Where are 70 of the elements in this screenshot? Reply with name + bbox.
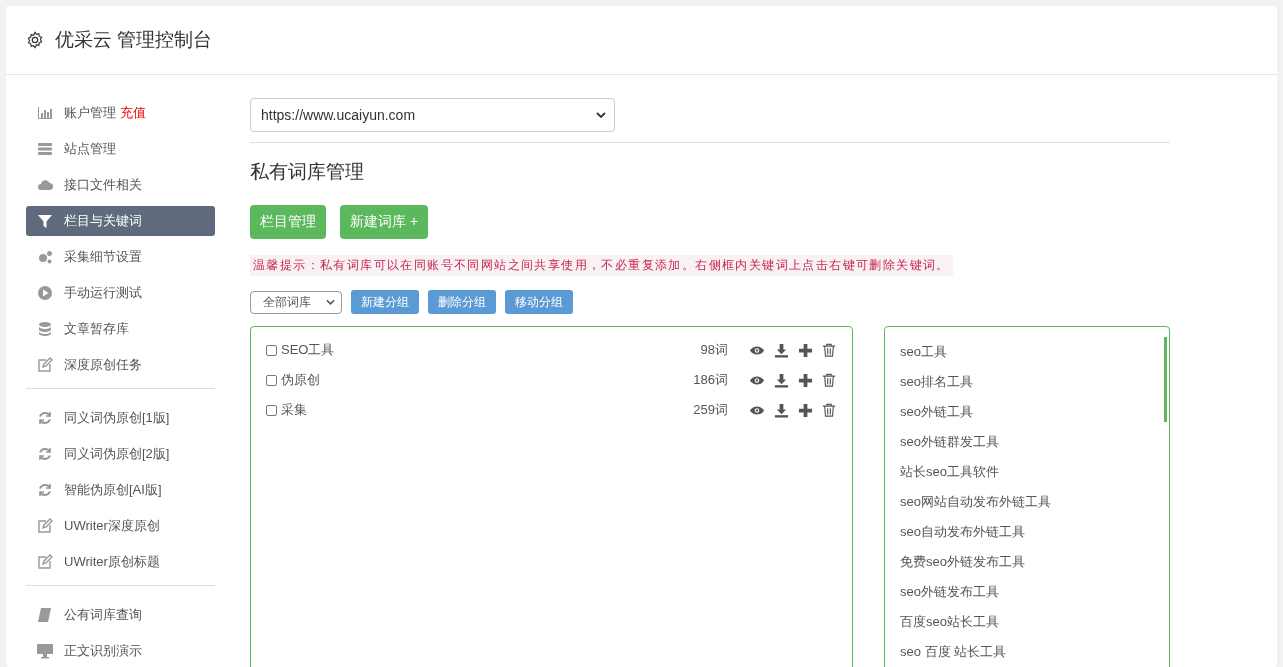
chevron-icon [326,299,335,305]
edit-icon [37,554,53,570]
word-count: 259词 [693,401,728,419]
play-icon [37,285,53,301]
trash-icon[interactable] [822,342,836,358]
cloud-icon [37,177,53,193]
edit-icon [37,518,53,534]
sidebar-item[interactable]: 深度原创任务 [26,350,215,380]
checkbox[interactable] [266,344,277,356]
keyword-item[interactable]: seo自动发布外链工具 [900,517,1169,547]
recharge-link[interactable]: 充值 [120,104,146,122]
sidebar-item[interactable]: 采集细节设置 [26,242,215,272]
eye-icon[interactable] [749,374,765,386]
word-count: 98词 [700,341,728,359]
checkbox[interactable] [266,374,277,386]
sidebar-item[interactable]: UWriter原创标题 [26,547,215,577]
sidebar-item[interactable]: 站点管理 [26,134,215,164]
plus-icon[interactable] [798,402,813,418]
keyword-item[interactable]: seo工具 [900,337,1169,367]
library-name: 伪原创 [281,371,321,389]
database-icon [37,321,53,337]
scrollbar[interactable] [1164,337,1167,422]
eye-icon[interactable] [749,344,765,356]
edit-icon [37,357,53,373]
window-title: 优采云 管理控制台 [55,28,213,52]
group-select[interactable]: 全部词库 [250,290,342,314]
chevron-icon [596,112,606,118]
sidebar-item[interactable]: 同义词伪原创[1版] [26,403,215,433]
refresh-icon [37,446,53,462]
sidebar-item[interactable]: 公有词库查询 [26,600,215,630]
sidebar-item[interactable]: 手动运行测试 [26,278,215,308]
download-icon[interactable] [774,402,789,418]
download-icon[interactable] [774,342,789,358]
server-icon [37,141,53,157]
plus-icon[interactable] [798,372,813,388]
refresh-icon [37,482,53,498]
refresh-icon [37,410,53,426]
library-name: 采集 [281,401,308,419]
sidebar-item[interactable]: 文章暂存库 [26,314,215,344]
download-icon[interactable] [774,372,789,388]
library-name: SEO工具 [281,341,336,359]
keyword-item[interactable]: 站长seo工具软件 [900,457,1169,487]
sidebar-item[interactable]: UWriter深度原创 [26,511,215,541]
monitor-icon [37,643,53,659]
checkbox[interactable] [266,404,277,416]
keyword-item[interactable]: seo外链工具 [900,397,1169,427]
trash-icon[interactable] [822,372,836,388]
sidebar-item[interactable]: 接口文件相关 [26,170,215,200]
keyword-item[interactable]: seo网站自动发布外链工具 [900,487,1169,517]
trash-icon[interactable] [822,402,836,418]
keyword-item[interactable]: seo外链群发工具 [900,427,1169,457]
page-title: 私有词库管理 [250,160,365,184]
hint-text: 温馨提示：私有词库可以在同账号不同网站之间共享使用，不必重复添加。右侧框内关键词上点击右键可删除关键词。 [250,255,953,276]
sidebar-item[interactable]: 账户管理 充值 [26,98,215,128]
sidebar-item[interactable]: 栏目与关键词 [26,206,215,236]
sidebar-item[interactable]: 智能伪原创[AI版] [26,475,215,505]
sidebar-item[interactable]: 同义词伪原创[2版] [26,439,215,469]
keyword-item[interactable]: 免费seo外链发布工具 [900,547,1169,577]
filter-icon [37,213,53,229]
keyword-item[interactable]: seo排名工具 [900,367,1169,397]
keyword-item[interactable]: seo外链发布工具 [900,577,1169,607]
eye-icon[interactable] [749,404,765,416]
settings-icon [26,31,44,49]
keyword-item[interactable]: 百度seo站长工具 [900,607,1169,637]
chart-icon [37,105,53,121]
sidebar-item[interactable]: 正文识别演示 [26,636,215,666]
word-count: 186词 [693,371,728,389]
site-select[interactable]: https://www.ucaiyun.com [250,98,615,132]
keyword-item[interactable]: seo 百度 站长工具 [900,637,1169,667]
plus-icon[interactable] [798,342,813,358]
